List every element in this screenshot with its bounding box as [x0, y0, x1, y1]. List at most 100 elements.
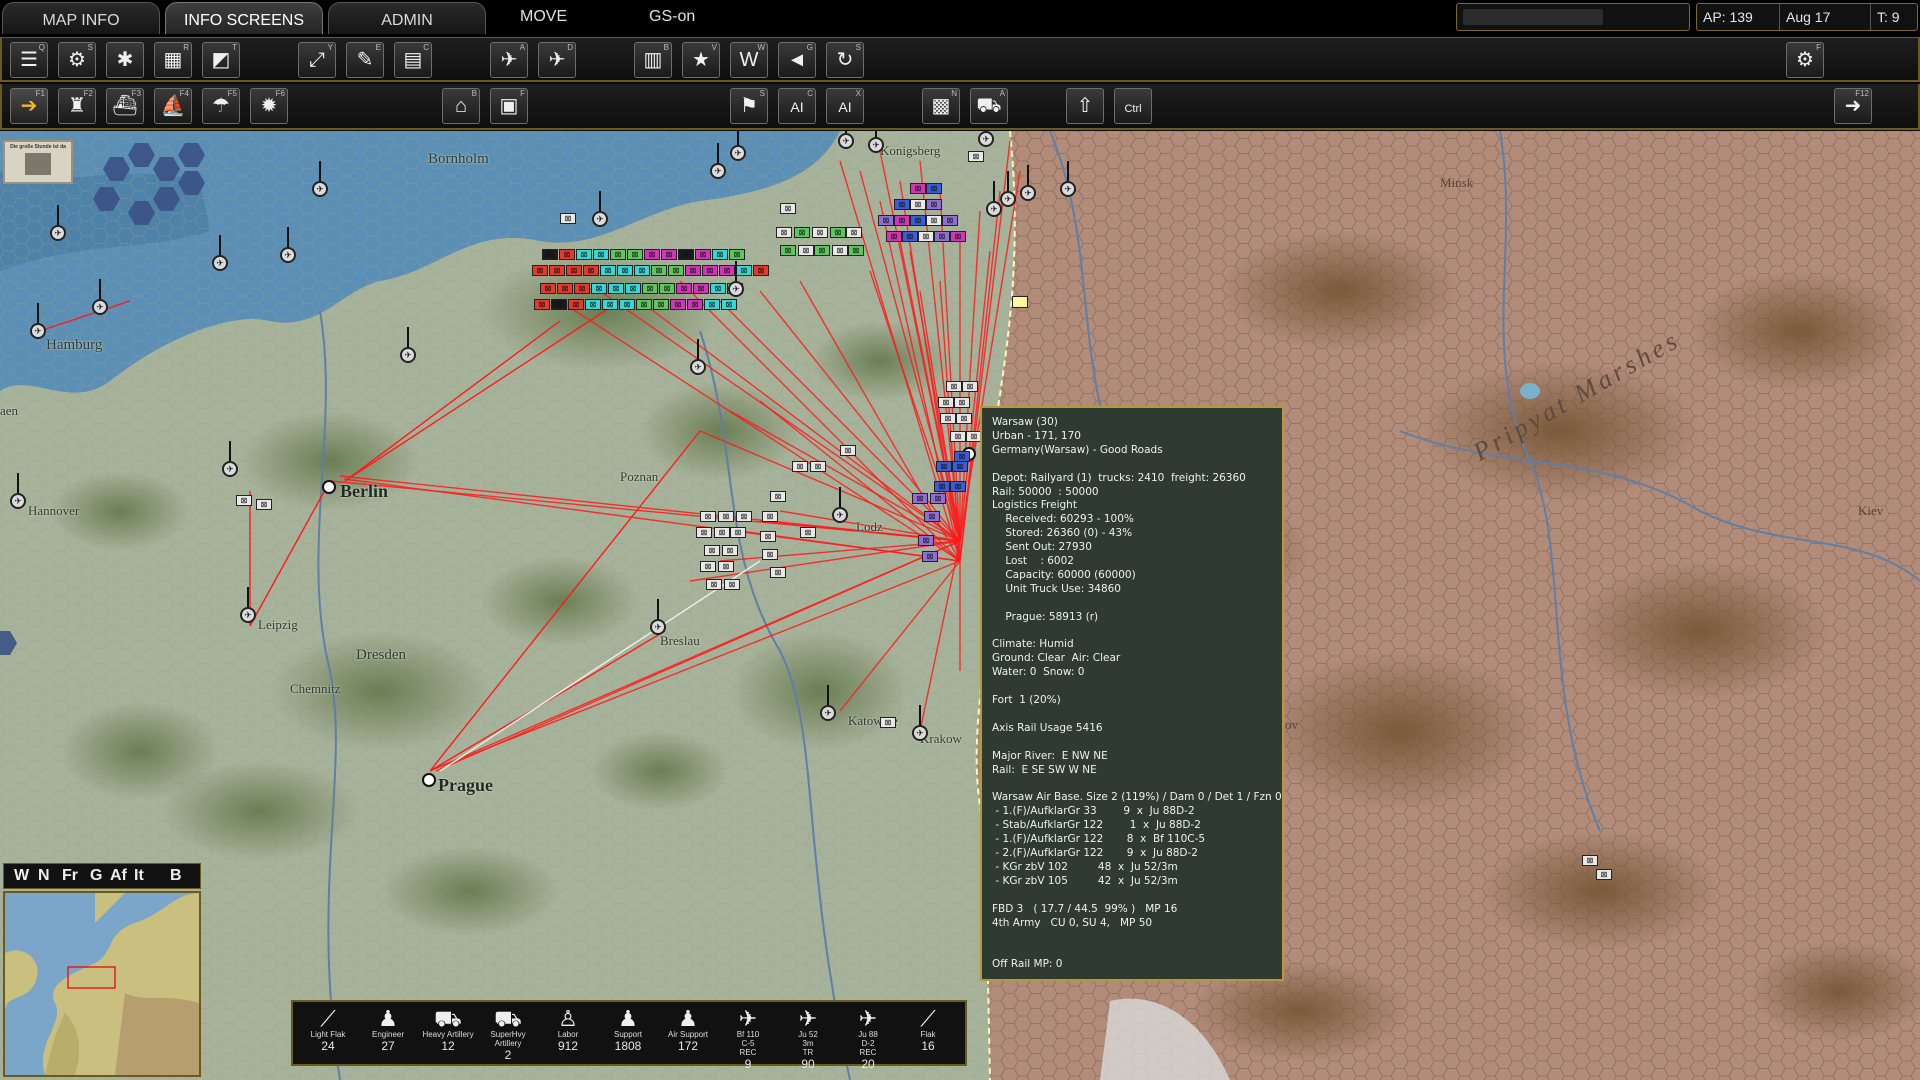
- airbase-marker[interactable]: ✈: [592, 191, 608, 227]
- star-button[interactable]: ★ V: [682, 42, 720, 78]
- tank-button[interactable]: ⛟ A: [970, 88, 1008, 124]
- film-button[interactable]: ▣ F: [490, 88, 528, 124]
- unit-counter[interactable]: ⊠: [794, 227, 810, 238]
- move-mode-label[interactable]: MOVE: [520, 8, 567, 26]
- unit-counter[interactable]: ⊠: [800, 527, 816, 538]
- unit-counter[interactable]: ⊠: [551, 299, 567, 310]
- unit-counter[interactable]: ⊠: [608, 283, 624, 294]
- hq-button[interactable]: ⌂ B: [442, 88, 480, 124]
- unit-counter[interactable]: ⊠: [934, 481, 950, 492]
- unit-counter[interactable]: ⊠: [557, 283, 573, 294]
- unit-counter[interactable]: ⊠: [846, 227, 862, 238]
- minimap[interactable]: [3, 891, 201, 1077]
- unit-counter[interactable]: ⊠: [721, 299, 737, 310]
- airbase-marker[interactable]: ✈: [92, 279, 108, 315]
- next-button[interactable]: ➜ F12: [1834, 88, 1872, 124]
- arrow-right-button[interactable]: ➔ F1: [10, 88, 48, 124]
- minimap-filter-fr[interactable]: Fr: [62, 867, 78, 885]
- unit-counter[interactable]: ⊠: [910, 215, 926, 226]
- unit-counter[interactable]: ⊠: [583, 265, 599, 276]
- airbase-marker[interactable]: ✈: [240, 587, 256, 623]
- unit-counter[interactable]: ⊠: [934, 231, 950, 242]
- unit-type-8[interactable]: ✈ Ju 52 3m TR 90: [779, 1008, 837, 1072]
- air-doc-button[interactable]: ✈ D: [538, 42, 576, 78]
- unit-counter[interactable]: ⊠: [676, 283, 692, 294]
- unit-counter[interactable]: ⊠: [678, 249, 694, 260]
- document-button[interactable]: ▤ C: [394, 42, 432, 78]
- unit-type-0[interactable]: ⟋ Light Flak 24: [299, 1008, 357, 1054]
- unit-counter[interactable]: ⊠: [659, 283, 675, 294]
- airbase-marker[interactable]: ✈: [312, 161, 328, 197]
- unit-counter[interactable]: ⊠: [760, 531, 776, 542]
- unit-counter[interactable]: ⊠: [952, 461, 968, 472]
- unit-counter[interactable]: ⊠: [693, 283, 709, 294]
- airbase-marker[interactable]: ✈: [212, 235, 228, 271]
- unit-counter[interactable]: ⊠: [718, 511, 734, 522]
- air-button[interactable]: ✈ A: [490, 42, 528, 78]
- unit-counter[interactable]: ⊠: [780, 245, 796, 256]
- unit-counter[interactable]: ⊠: [634, 265, 650, 276]
- airbase-marker[interactable]: ✈: [820, 685, 836, 721]
- unit-type-1[interactable]: ♟ Engineer 27: [359, 1008, 417, 1054]
- unit-counter[interactable]: ⊠: [776, 227, 792, 238]
- minimap-filter-it[interactable]: It: [134, 867, 144, 885]
- factory-button[interactable]: ▩ N: [922, 88, 960, 124]
- unit-counter[interactable]: ⊠: [542, 249, 558, 260]
- unit-counter[interactable]: ⊠: [886, 231, 902, 242]
- airbase-marker[interactable]: ✈: [838, 131, 854, 149]
- unit-counter[interactable]: ⊠: [812, 227, 828, 238]
- unit-counter[interactable]: ⊠: [685, 265, 701, 276]
- unit-counter[interactable]: ⊠: [730, 527, 746, 538]
- naval-button[interactable]: ⛵ F4: [154, 88, 192, 124]
- unit-counter[interactable]: ⊠: [602, 299, 618, 310]
- unit-counter[interactable]: ⊠: [968, 151, 984, 162]
- unit-counter[interactable]: ⊠: [930, 493, 946, 504]
- unit-counter[interactable]: ⊠: [946, 381, 962, 392]
- unit-counter[interactable]: ⊠: [910, 199, 926, 210]
- up-button[interactable]: ⇧: [1066, 88, 1104, 124]
- unit-counter[interactable]: ⊠: [736, 265, 752, 276]
- map-chart-button[interactable]: ◩ T: [202, 42, 240, 78]
- airbase-marker[interactable]: ✈: [650, 599, 666, 635]
- w-button[interactable]: WW: [730, 42, 768, 78]
- message-box[interactable]: [1456, 3, 1690, 31]
- unit-type-9[interactable]: ✈ Ju 88 D-2 REC 20: [839, 1008, 897, 1072]
- airbase-marker[interactable]: ✈: [728, 261, 744, 297]
- unit-counter[interactable]: ⊠: [962, 381, 978, 392]
- city-berlin[interactable]: [322, 480, 336, 494]
- unit-counter[interactable]: ⊠: [780, 203, 796, 214]
- airbase-marker[interactable]: ✈: [978, 131, 994, 147]
- airbase-marker[interactable]: ✈: [280, 227, 296, 263]
- train-button[interactable]: ♜ F2: [58, 88, 96, 124]
- unit-counter[interactable]: ⊠: [942, 215, 958, 226]
- unit-counter[interactable]: ⊠: [926, 215, 942, 226]
- unit-counter[interactable]: ⊠: [627, 249, 643, 260]
- unit-counter[interactable]: ⊠: [695, 249, 711, 260]
- unit-counter[interactable]: ⊠: [762, 549, 778, 560]
- minimap-filter-af[interactable]: Af: [110, 867, 127, 885]
- newspaper-thumbnail[interactable]: Die große Stunde ist da: [3, 140, 73, 184]
- refresh-button[interactable]: ↻ S: [826, 42, 864, 78]
- unit-counter[interactable]: ⊠: [832, 245, 848, 256]
- unit-counter[interactable]: ⊠: [591, 283, 607, 294]
- airbase-marker[interactable]: ✈: [986, 181, 1002, 217]
- airbase-marker[interactable]: ✈: [400, 327, 416, 363]
- unit-type-2[interactable]: ⛟ Heavy Artillery 12: [419, 1008, 477, 1054]
- unit-counter[interactable]: ⊠: [1596, 869, 1612, 880]
- unit-counter[interactable]: ⊠: [902, 231, 918, 242]
- unit-counter[interactable]: ⊠: [878, 215, 894, 226]
- airbase-marker[interactable]: ✈: [730, 131, 746, 161]
- gear-button[interactable]: ✱: [106, 42, 144, 78]
- airbase-marker[interactable]: ✈: [868, 131, 884, 153]
- explosion-button[interactable]: ✹ F6: [250, 88, 288, 124]
- unit-counter[interactable]: ⊠: [642, 283, 658, 294]
- airbase-marker[interactable]: ✈: [10, 473, 26, 509]
- airbase-marker[interactable]: ✈: [710, 143, 726, 179]
- unit-counter[interactable]: ⊠: [670, 299, 686, 310]
- unit-counter[interactable]: ⊠: [912, 493, 928, 504]
- game-map[interactable]: Bornholm Hamburg Berlin Hannover Leipzig…: [0, 131, 1920, 1080]
- unit-counter[interactable]: ⊠: [600, 265, 616, 276]
- unit-counter[interactable]: ⊠: [1582, 855, 1598, 866]
- list-button[interactable]: ☰ Q: [10, 42, 48, 78]
- unit-counter[interactable]: ⊠: [810, 461, 826, 472]
